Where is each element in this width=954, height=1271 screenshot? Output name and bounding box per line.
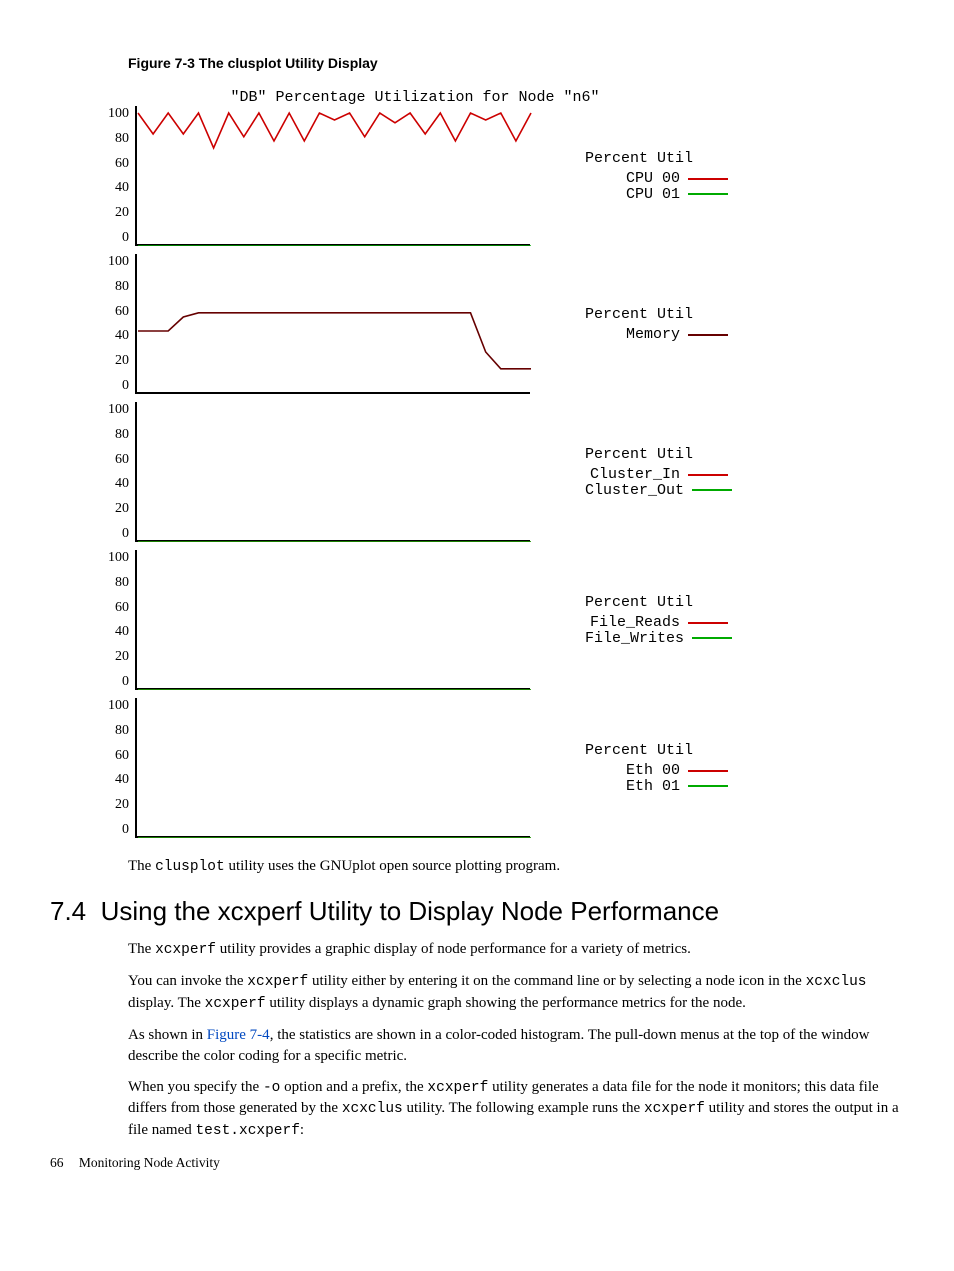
y-tick: 60 — [115, 156, 129, 172]
y-tick: 20 — [115, 797, 129, 813]
y-tick: 40 — [115, 624, 129, 640]
y-tick: 100 — [108, 254, 129, 270]
page-number: 66 — [50, 1155, 64, 1171]
legend-entry: CPU 00 — [585, 171, 728, 187]
legend-entry: Memory — [585, 327, 728, 343]
y-tick: 0 — [122, 674, 129, 690]
legend-label: Eth 00 — [585, 763, 680, 779]
legend-title: Percent Util — [585, 306, 728, 323]
legend-label: Cluster_In — [585, 467, 680, 483]
paragraph-xcxperf-invoke: You can invoke the xcxperf utility eithe… — [128, 971, 904, 1014]
legend-swatch — [688, 193, 728, 195]
legend-label: File_Writes — [585, 631, 684, 647]
y-tick: 0 — [122, 230, 129, 246]
legend: Percent Util Cluster_InCluster_Out — [585, 446, 732, 499]
y-tick: 80 — [115, 575, 129, 591]
y-axis: 100 80 60 40 20 0 — [95, 402, 135, 542]
legend-entry: Eth 01 — [585, 779, 728, 795]
y-tick: 80 — [115, 279, 129, 295]
legend-title: Percent Util — [585, 150, 728, 167]
legend-title: Percent Util — [585, 742, 728, 759]
plot-area — [135, 698, 530, 838]
section-7.4-heading: 7.4 Using the xcxperf Utility to Display… — [50, 896, 904, 927]
y-tick: 100 — [108, 698, 129, 714]
y-tick: 60 — [115, 452, 129, 468]
chart-row: 100 80 60 40 20 0 Percent Util Eth 00Eth 01 — [95, 698, 904, 838]
legend: Percent Util File_ReadsFile_Writes — [585, 594, 732, 647]
legend-entry: Eth 00 — [585, 763, 728, 779]
legend-swatch — [692, 489, 732, 491]
legend-entry: Cluster_In — [585, 467, 732, 483]
plot-area — [135, 550, 530, 690]
legend-swatch — [688, 474, 728, 476]
legend-label: CPU 01 — [585, 187, 680, 203]
clusplot-figure: "DB" Percentage Utilization for Node "n6… — [50, 89, 904, 838]
page-footer: 66 Monitoring Node Activity — [50, 1155, 904, 1171]
legend-entry: File_Reads — [585, 615, 732, 631]
y-tick: 40 — [115, 772, 129, 788]
y-tick: 100 — [108, 550, 129, 566]
paragraph-figure-7-4-ref: As shown in Figure 7-4, the statistics a… — [128, 1025, 904, 1066]
plot-area — [135, 106, 530, 246]
y-tick: 80 — [115, 427, 129, 443]
chart-row: 100 80 60 40 20 0 Percent Util File_ReadsFile_W… — [95, 550, 904, 690]
legend-label: CPU 00 — [585, 171, 680, 187]
y-tick: 60 — [115, 748, 129, 764]
y-tick: 100 — [108, 106, 129, 122]
y-tick: 0 — [122, 378, 129, 394]
legend-entry: File_Writes — [585, 631, 732, 647]
figure-caption: Figure 7-3 The clusplot Utility Display — [50, 55, 904, 71]
legend: Percent Util Memory — [585, 306, 728, 343]
legend-swatch — [688, 178, 728, 180]
legend-swatch — [688, 334, 728, 336]
plot-area — [135, 402, 530, 542]
chart-row: 100 80 60 40 20 0 Percent Util CPU 00CPU 01 — [95, 106, 904, 246]
y-tick: 20 — [115, 501, 129, 517]
y-tick: 40 — [115, 180, 129, 196]
legend-swatch — [688, 622, 728, 624]
y-tick: 20 — [115, 353, 129, 369]
y-axis: 100 80 60 40 20 0 — [95, 698, 135, 838]
y-tick: 60 — [115, 600, 129, 616]
paragraph-xcxperf-intro: The xcxperf utility provides a graphic d… — [128, 939, 904, 961]
legend-swatch — [688, 785, 728, 787]
y-axis: 100 80 60 40 20 0 — [95, 254, 135, 394]
y-tick: 100 — [108, 402, 129, 418]
legend: Percent Util Eth 00Eth 01 — [585, 742, 728, 795]
y-tick: 80 — [115, 723, 129, 739]
legend-label: Eth 01 — [585, 779, 680, 795]
chart-row: 100 80 60 40 20 0 Percent Util Memory — [95, 254, 904, 394]
legend: Percent Util CPU 00CPU 01 — [585, 150, 728, 203]
paragraph-clusplot-gnuplot: The clusplot utility uses the GNUplot op… — [128, 856, 904, 878]
link-figure-7-4[interactable]: Figure 7-4 — [207, 1027, 270, 1043]
paragraph-xcxperf-o-option: When you specify the -o option and a pre… — [128, 1077, 904, 1142]
legend-title: Percent Util — [585, 446, 732, 463]
y-tick: 60 — [115, 304, 129, 320]
legend-entry: Cluster_Out — [585, 483, 732, 499]
y-tick: 40 — [115, 328, 129, 344]
legend-title: Percent Util — [585, 594, 732, 611]
y-tick: 20 — [115, 205, 129, 221]
chart-row: 100 80 60 40 20 0 Percent Util Cluster_InCluste… — [95, 402, 904, 542]
y-tick: 40 — [115, 476, 129, 492]
plot-area — [135, 254, 530, 394]
y-tick: 0 — [122, 822, 129, 838]
footer-chapter-title: Monitoring Node Activity — [79, 1155, 220, 1170]
data-line — [138, 113, 531, 148]
y-tick: 20 — [115, 649, 129, 665]
y-tick: 0 — [122, 526, 129, 542]
legend-entry: CPU 01 — [585, 187, 728, 203]
legend-swatch — [692, 637, 732, 639]
y-tick: 80 — [115, 131, 129, 147]
y-axis: 100 80 60 40 20 0 — [95, 106, 135, 246]
y-axis: 100 80 60 40 20 0 — [95, 550, 135, 690]
legend-label: Memory — [585, 327, 680, 343]
legend-label: File_Reads — [585, 615, 680, 631]
data-line — [138, 313, 531, 369]
legend-swatch — [688, 770, 728, 772]
chart-main-title: "DB" Percentage Utilization for Node "n6… — [165, 89, 665, 106]
legend-label: Cluster_Out — [585, 483, 684, 499]
